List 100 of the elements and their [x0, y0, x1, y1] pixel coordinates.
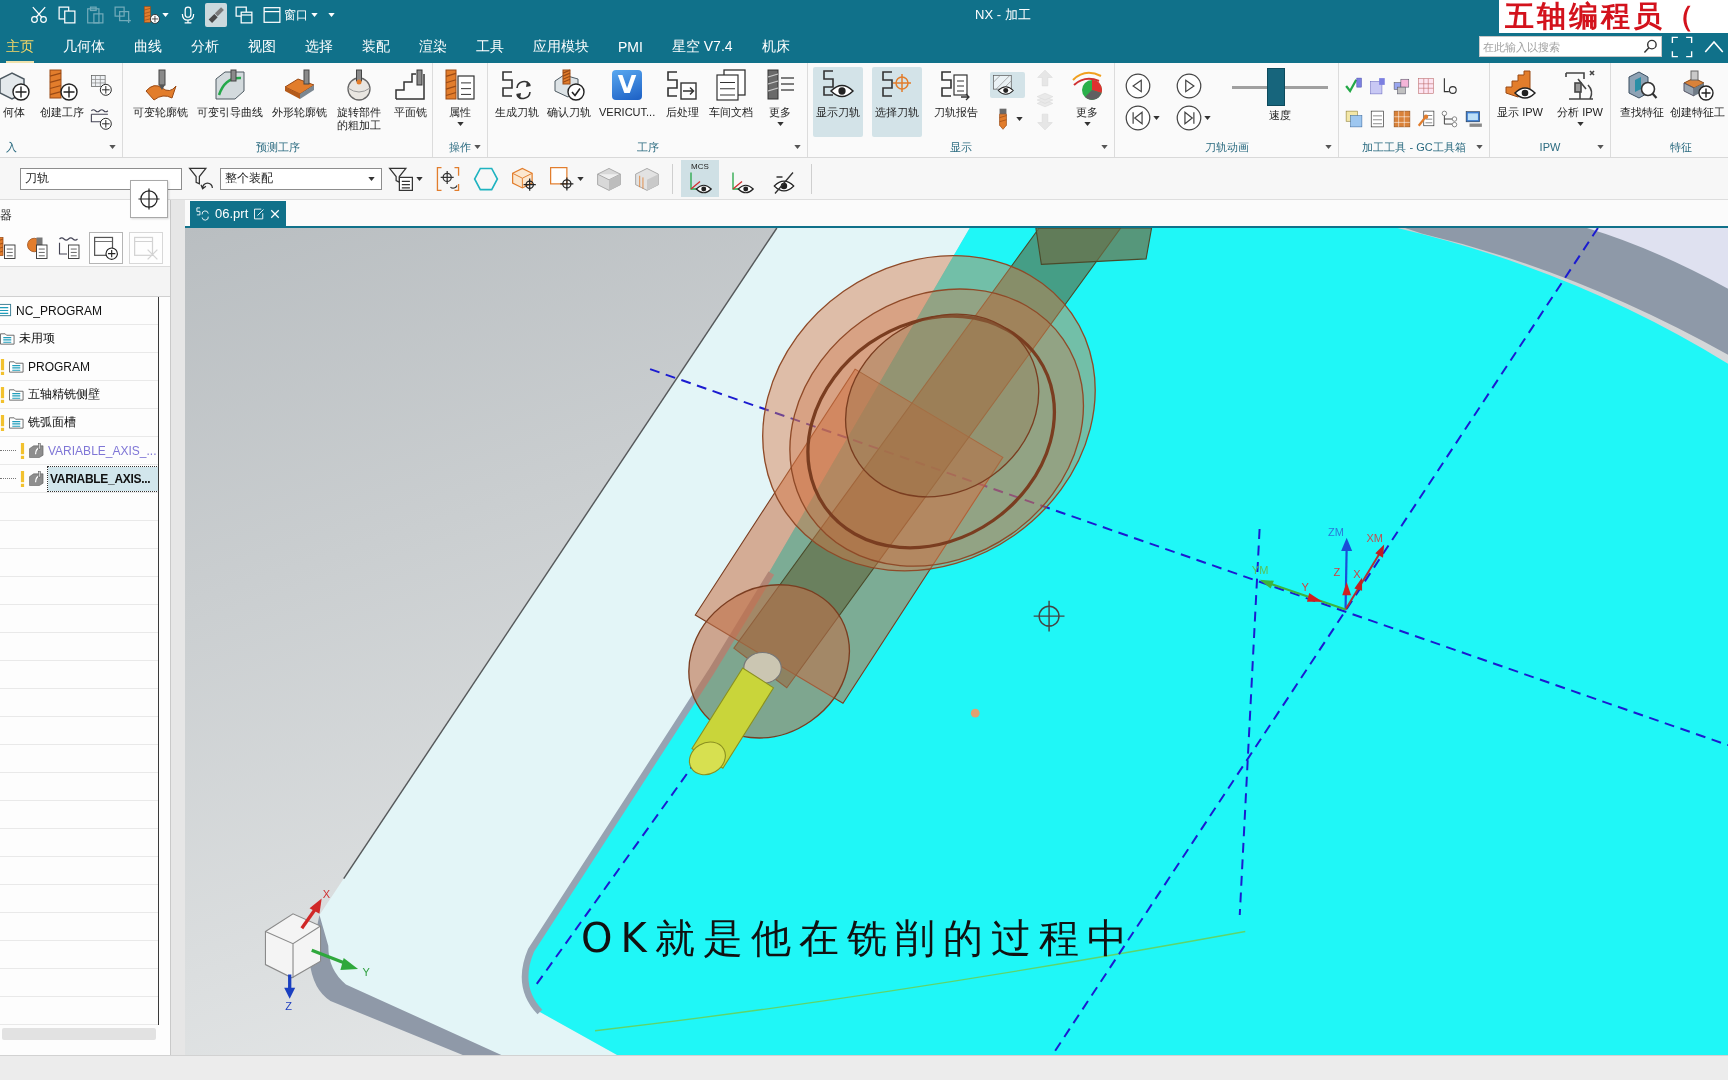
curve-block-icon — [214, 69, 246, 101]
window-menu[interactable]: 窗口 — [261, 3, 320, 27]
ribbon-button[interactable]: 查找特征 — [1617, 67, 1667, 137]
tree-nodes-icon — [1441, 110, 1459, 128]
search-field[interactable]: 在此输入以搜索 — [1479, 36, 1662, 57]
playback-button[interactable] — [1176, 73, 1202, 99]
view-toggle-button[interactable]: MCS — [681, 160, 719, 197]
close-icon[interactable] — [270, 208, 281, 219]
slider-label: 速度 — [1269, 108, 1291, 123]
slider-thumb[interactable] — [1267, 68, 1286, 106]
ribbon-button[interactable]: 旋转部件的粗加工 — [333, 67, 385, 137]
tree-item[interactable]: 未用项 — [19, 330, 55, 347]
hatch-eye-icon — [992, 74, 1015, 96]
ribbon-button[interactable]: 何体 — [0, 67, 36, 137]
caret-icon[interactable] — [474, 145, 481, 149]
playback-button[interactable] — [1125, 105, 1151, 131]
ribbon-button[interactable]: 显示 IPW — [1494, 67, 1546, 137]
caret-icon[interactable] — [1101, 145, 1108, 149]
ribbon-button[interactable]: 更多 — [1065, 67, 1110, 137]
menu-tab[interactable]: 装配 — [362, 30, 390, 63]
overlap-squares-icon — [1345, 110, 1363, 128]
stick-document-icon — [1417, 110, 1435, 128]
tree-line — [0, 478, 16, 479]
blocks-icon — [1393, 77, 1411, 95]
group-label: 操作 — [449, 139, 471, 155]
tool-button[interactable] — [990, 72, 1026, 98]
playback-button[interactable] — [1125, 73, 1151, 99]
grid-tile-icon — [1393, 110, 1411, 128]
ribbon-button[interactable]: 平面铣 — [388, 67, 432, 137]
ribbon-button[interactable]: 更多 — [758, 67, 803, 137]
caret-icon[interactable] — [1325, 145, 1332, 149]
axis-label: ZM — [1327, 525, 1344, 538]
play-icon — [1176, 73, 1202, 99]
menu-tab[interactable]: 工具 — [476, 30, 504, 63]
filter-dropdown[interactable]: 整个装配 — [220, 167, 382, 190]
tree-item[interactable]: 五轴精铣侧壁 — [28, 386, 100, 403]
menu-tab[interactable]: 选择 — [305, 30, 333, 63]
menu-tab[interactable]: 视图 — [248, 30, 276, 63]
ribbon-button[interactable]: 刀轨报告 — [930, 67, 981, 137]
ribbon-button[interactable]: 可变引导曲线 — [194, 67, 266, 137]
menu-tab[interactable]: 曲线 — [134, 30, 162, 63]
caret-icon[interactable] — [1476, 145, 1483, 149]
ribbon-button[interactable]: V VERICUT... — [596, 67, 659, 137]
document-tab[interactable]: 06.prt — [190, 201, 287, 226]
menu-tab[interactable]: PMI — [618, 30, 643, 63]
y-axis-arrow — [311, 948, 359, 971]
axis-label: Z — [285, 999, 293, 1012]
tree-item[interactable]: VARIABLE_AXIS_... — [48, 443, 157, 458]
scissors-icon — [30, 6, 48, 24]
quick-access-button[interactable] — [56, 3, 78, 27]
tree-item[interactable]: 铣弧面槽 — [28, 414, 76, 431]
menu-tab[interactable]: 机床 — [761, 30, 790, 63]
ribbon-button[interactable]: 生成刀轨 — [492, 67, 542, 137]
menu-tab[interactable]: 应用模块 — [533, 30, 589, 63]
menu-tab[interactable]: 几何体 — [63, 30, 105, 63]
filter-dropdown[interactable]: 刀轨 — [20, 167, 182, 190]
quick-access-button[interactable] — [205, 3, 227, 27]
ribbon-button[interactable]: 创建特征工 — [1667, 67, 1728, 137]
ribbon-button[interactable]: 后处理 — [660, 67, 705, 137]
tool-button[interactable] — [1463, 108, 1485, 130]
filter-undo-icon — [188, 165, 214, 192]
tree-item[interactable]: NC_PROGRAM — [16, 303, 102, 318]
ribbon-button[interactable]: 显示刀轨 — [812, 67, 863, 137]
ribbon-button[interactable]: 车间文档 — [706, 67, 757, 137]
wave-plus-icon — [90, 108, 112, 130]
caret-icon[interactable] — [109, 145, 116, 149]
menu-tab[interactable]: 星空 V7.4 — [671, 30, 733, 63]
ribbon-button[interactable]: 确认刀轨 — [544, 67, 594, 137]
full-screen-icon[interactable] — [1670, 35, 1694, 58]
ribbon-button[interactable]: 外形轮廓铣 — [269, 67, 330, 137]
snap-point-menu[interactable] — [130, 180, 168, 218]
tree-item[interactable]: PROGRAM — [28, 359, 90, 374]
caret-icon[interactable] — [1597, 145, 1604, 149]
playback-button[interactable] — [1176, 105, 1202, 131]
quick-access-button[interactable] — [233, 3, 255, 27]
panel-tool-button[interactable] — [25, 235, 51, 261]
documents-icon — [715, 69, 748, 101]
tool-button[interactable] — [88, 72, 114, 98]
menu-tab[interactable]: 渲染 — [419, 30, 447, 63]
ribbon-button[interactable]: 可变轮廓铣 — [130, 67, 191, 137]
window-plus-icon — [93, 235, 119, 261]
panel-tool-button[interactable] — [89, 232, 123, 264]
caret-icon[interactable] — [328, 13, 335, 17]
panel-tool-button[interactable] — [57, 235, 83, 261]
hexagon-icon — [473, 165, 499, 192]
window-icon — [263, 6, 281, 24]
window-title: NX - 加工 — [975, 6, 1031, 24]
tool-button[interactable] — [88, 106, 114, 132]
horizontal-scrollbar[interactable] — [2, 1028, 156, 1040]
group-label: IPW — [1539, 141, 1561, 153]
ribbon-button[interactable]: 分析 IPW — [1554, 67, 1606, 137]
caret-icon[interactable] — [794, 145, 801, 149]
ribbon-button[interactable]: 选择刀轨 — [871, 67, 922, 137]
tree-item[interactable]: VARIABLE_AXIS... — [48, 466, 158, 491]
folder-icon — [9, 359, 24, 374]
ball-page-icon — [26, 236, 50, 260]
ribbon-button[interactable]: 创建工序 — [37, 67, 87, 137]
panel-tool-button[interactable] — [0, 235, 19, 261]
menu-tab[interactable]: 分析 — [191, 30, 219, 63]
ribbon-button[interactable]: 属性 — [438, 67, 482, 137]
